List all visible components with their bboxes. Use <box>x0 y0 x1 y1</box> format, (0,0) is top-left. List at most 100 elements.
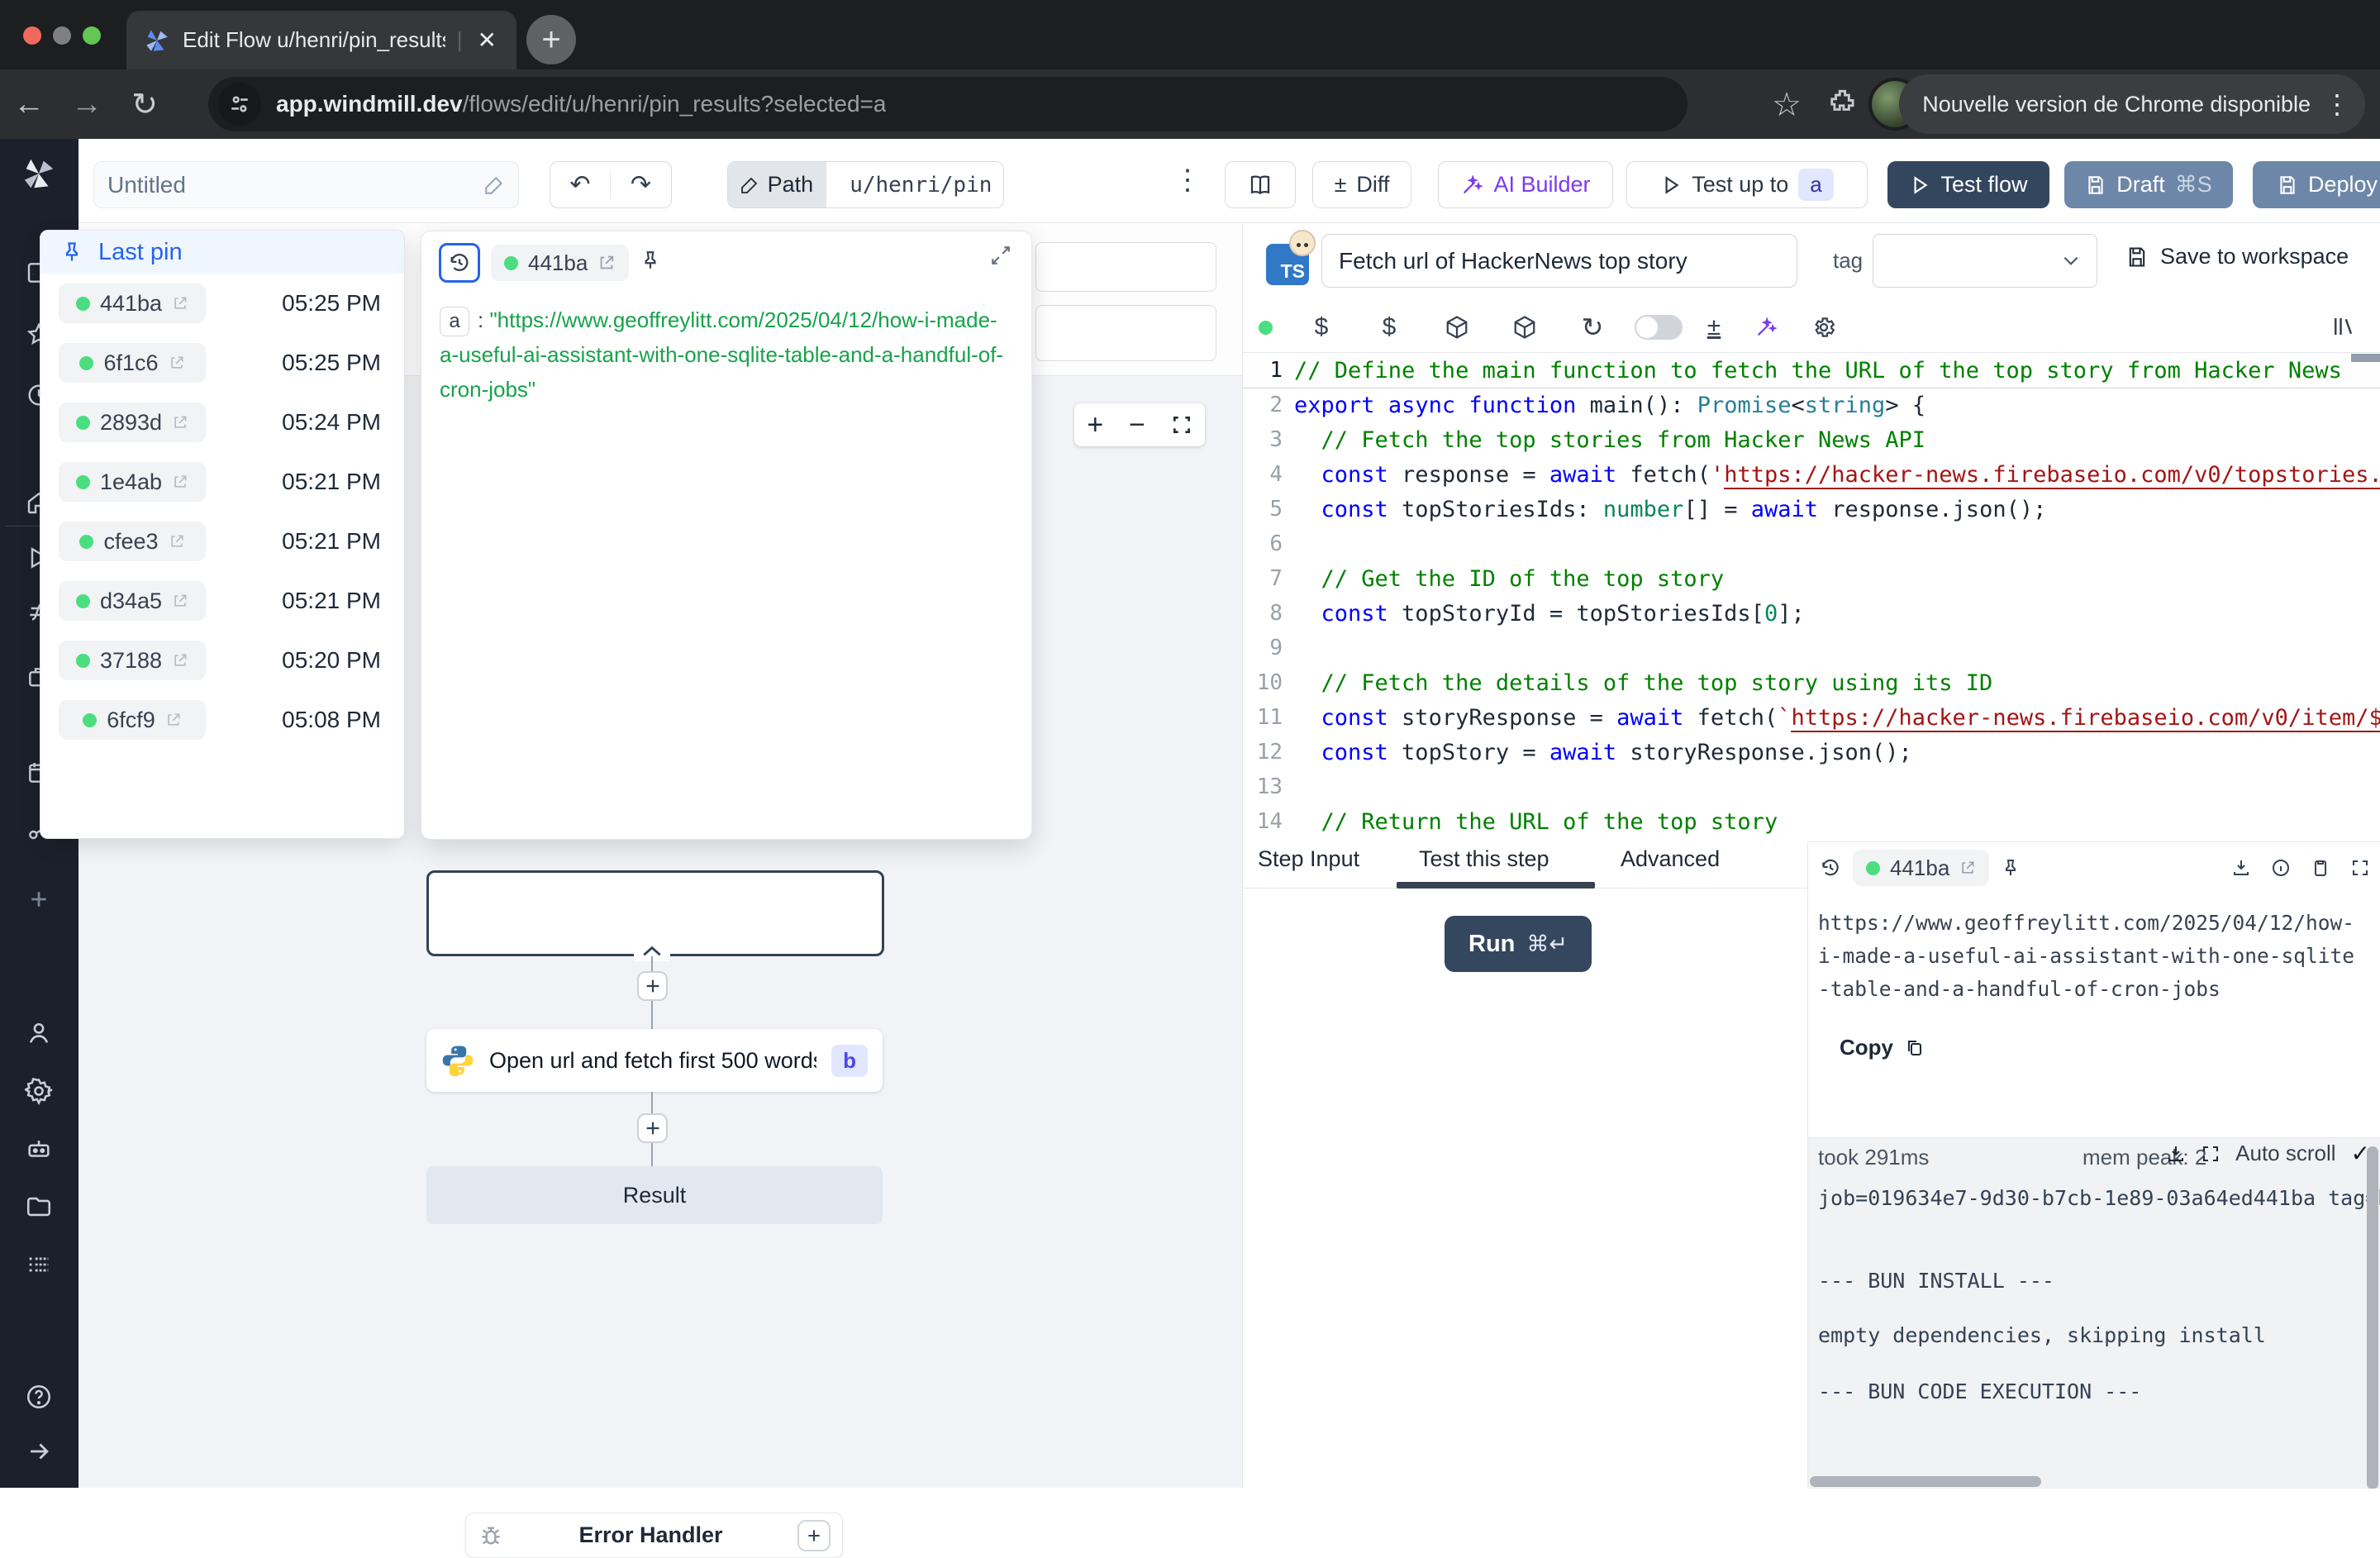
collapse-sidebar-icon[interactable] <box>25 1437 53 1465</box>
flow-trigger-node[interactable] <box>1035 305 1216 361</box>
insert-step-button[interactable] <box>637 1113 668 1143</box>
zoom-window-button[interactable] <box>83 26 101 45</box>
pin-id-chip[interactable]: d34a5 <box>59 581 206 621</box>
code-line[interactable]: 2export async function main(): Promise<s… <box>1243 388 2380 422</box>
editor-settings-icon[interactable] <box>1795 315 1853 340</box>
browser-tab[interactable]: Edit Flow u/henri/pin_results | ✕ <box>126 11 516 69</box>
pin-id-chip[interactable]: 37188 <box>59 641 206 680</box>
info-icon[interactable] <box>2271 858 2291 878</box>
download-icon[interactable] <box>2166 1144 2186 1164</box>
code-line[interactable]: 14 // Return the URL of the top story <box>1243 804 2380 839</box>
url-text[interactable]: app.windmill.dev/flows/edit/u/henri/pin_… <box>276 91 886 117</box>
close-window-button[interactable] <box>23 26 41 45</box>
log-horizontal-scrollbar[interactable] <box>1810 1476 2041 1487</box>
external-link-icon[interactable] <box>597 254 616 272</box>
external-link-icon[interactable] <box>169 355 185 371</box>
reload-icon[interactable]: ↻ <box>116 86 174 123</box>
back-icon[interactable]: ← <box>0 87 58 122</box>
zoom-in-button[interactable]: + <box>1087 409 1103 441</box>
user-icon[interactable] <box>25 1019 53 1047</box>
forward-icon[interactable]: → <box>58 87 116 122</box>
tag-select[interactable] <box>1873 234 2097 288</box>
run-button[interactable]: Run ⌘↵ <box>1445 916 1592 972</box>
pin-list-item[interactable]: 6fcf905:08 PM <box>40 690 404 750</box>
browser-menu-icon[interactable]: ⋮ <box>2324 88 2350 120</box>
pin-list-item[interactable]: 441ba05:25 PM <box>40 274 404 333</box>
log-panel[interactable]: took 291ms mem peak: 2 Auto scroll ✓ job… <box>1808 1137 2380 1489</box>
pin-id-chip[interactable]: 6f1c6 <box>59 343 206 383</box>
test-flow-button[interactable]: Test flow <box>1887 161 2049 208</box>
pin-list-item[interactable]: 6f1c605:25 PM <box>40 333 404 393</box>
pin-id-chip[interactable]: 441ba <box>59 283 206 323</box>
flow-name-input[interactable]: Untitled <box>93 161 519 208</box>
help-icon[interactable] <box>25 1383 53 1411</box>
python-step-node-b[interactable]: Open url and fetch first 500 words of ..… <box>426 1029 883 1092</box>
external-link-icon[interactable] <box>172 295 188 312</box>
pin-id-chip[interactable]: 1e4ab <box>59 462 206 502</box>
tab-step-input[interactable]: Step Input <box>1258 846 1359 872</box>
pin-icon[interactable] <box>640 250 661 271</box>
error-handler-node[interactable]: Error Handler <box>465 1513 843 1558</box>
pin-icon[interactable] <box>2001 858 2021 878</box>
code-editor[interactable]: 1// Define the main function to fetch th… <box>1243 353 2380 841</box>
pin-list-item[interactable]: cfee305:21 PM <box>40 512 404 571</box>
plusminus-icon[interactable]: ± <box>1691 313 1737 341</box>
deploy-button[interactable]: Deploy <box>2253 161 2380 208</box>
path-button[interactable]: Path u/henri/pin <box>727 161 1004 208</box>
redo-button[interactable]: ↷ <box>611 170 671 199</box>
external-link-icon[interactable] <box>172 652 188 669</box>
package-icon[interactable] <box>1423 315 1491 340</box>
external-link-icon[interactable] <box>169 533 185 550</box>
code-line[interactable]: 4 const response = await fetch('https://… <box>1243 457 2380 492</box>
fullscreen-icon[interactable] <box>2350 858 2370 878</box>
pin-id-chip[interactable]: 6fcf9 <box>59 700 206 740</box>
logs-icon[interactable] <box>25 1251 53 1279</box>
external-link-icon[interactable] <box>172 414 188 431</box>
pin-list-item[interactable]: 3718805:20 PM <box>40 631 404 690</box>
expand-icon[interactable] <box>990 245 1011 266</box>
external-link-icon[interactable] <box>172 593 188 609</box>
cost-icon[interactable]: $ <box>1288 313 1355 341</box>
step-summary-input[interactable]: Fetch url of HackerNews top story <box>1321 234 1797 288</box>
bookmark-star-icon[interactable]: ☆ <box>1772 86 1802 124</box>
code-line[interactable]: 3 // Fetch the top stories from Hacker N… <box>1243 422 2380 457</box>
code-line[interactable]: 1// Define the main function to fetch th… <box>1243 353 2380 388</box>
save-to-workspace-button[interactable]: Save to workspace <box>2125 244 2349 269</box>
code-line[interactable]: 7 // Get the ID of the top story <box>1243 561 2380 596</box>
fullscreen-icon[interactable] <box>2201 1144 2221 1164</box>
result-node[interactable]: Result <box>426 1166 883 1224</box>
test-up-to-button[interactable]: Test up to a <box>1626 161 1868 208</box>
history-icon[interactable] <box>1820 857 1841 879</box>
library-icon[interactable] <box>2330 314 2355 339</box>
cost-icon-2[interactable]: $ <box>1355 313 1423 341</box>
folders-icon[interactable] <box>25 1193 53 1221</box>
address-bar[interactable]: app.windmill.dev/flows/edit/u/henri/pin_… <box>208 77 1687 131</box>
code-line[interactable]: 9 <box>1243 631 2380 665</box>
external-link-icon[interactable] <box>165 712 182 728</box>
diff-toggle[interactable] <box>1635 315 1683 340</box>
code-line[interactable]: 8 const topStoryId = topStoriesIds[0]; <box>1243 596 2380 631</box>
ai-wand-icon[interactable] <box>1737 316 1795 339</box>
copy-button[interactable]: Copy <box>1840 1035 1925 1060</box>
pin-id-chip[interactable]: 2893d <box>59 403 206 442</box>
save-draft-button[interactable]: Draft ⌘S <box>2064 161 2233 208</box>
insert-step-button[interactable] <box>637 971 668 1001</box>
code-line[interactable]: 10 // Fetch the details of the top story… <box>1243 665 2380 700</box>
undo-button[interactable]: ↶ <box>550 170 611 199</box>
more-options-icon[interactable]: ⋮ <box>1173 164 1202 197</box>
extensions-icon[interactable] <box>1828 86 1859 117</box>
package-icon-2[interactable] <box>1491 315 1559 340</box>
reset-icon[interactable]: ↻ <box>1559 312 1626 343</box>
code-line[interactable]: 12 const topStory = await storyResponse.… <box>1243 735 2380 769</box>
code-line[interactable]: 6 <box>1243 526 2380 561</box>
external-link-icon[interactable] <box>1959 860 1976 876</box>
docs-button[interactable] <box>1225 161 1296 208</box>
result-job-chip[interactable]: 441ba <box>1853 850 1989 886</box>
code-line[interactable]: 11 const storyResponse = await fetch(`ht… <box>1243 700 2380 735</box>
pin-list-item[interactable]: 2893d05:24 PM <box>40 393 404 452</box>
flow-input-node[interactable] <box>1035 242 1216 292</box>
download-icon[interactable] <box>2231 858 2251 878</box>
pinned-job-chip[interactable]: 441ba <box>491 245 629 281</box>
history-button[interactable] <box>439 243 480 283</box>
chrome-update-button[interactable]: Nouvelle version de Chrome disponible ⋮ <box>1899 74 2365 134</box>
